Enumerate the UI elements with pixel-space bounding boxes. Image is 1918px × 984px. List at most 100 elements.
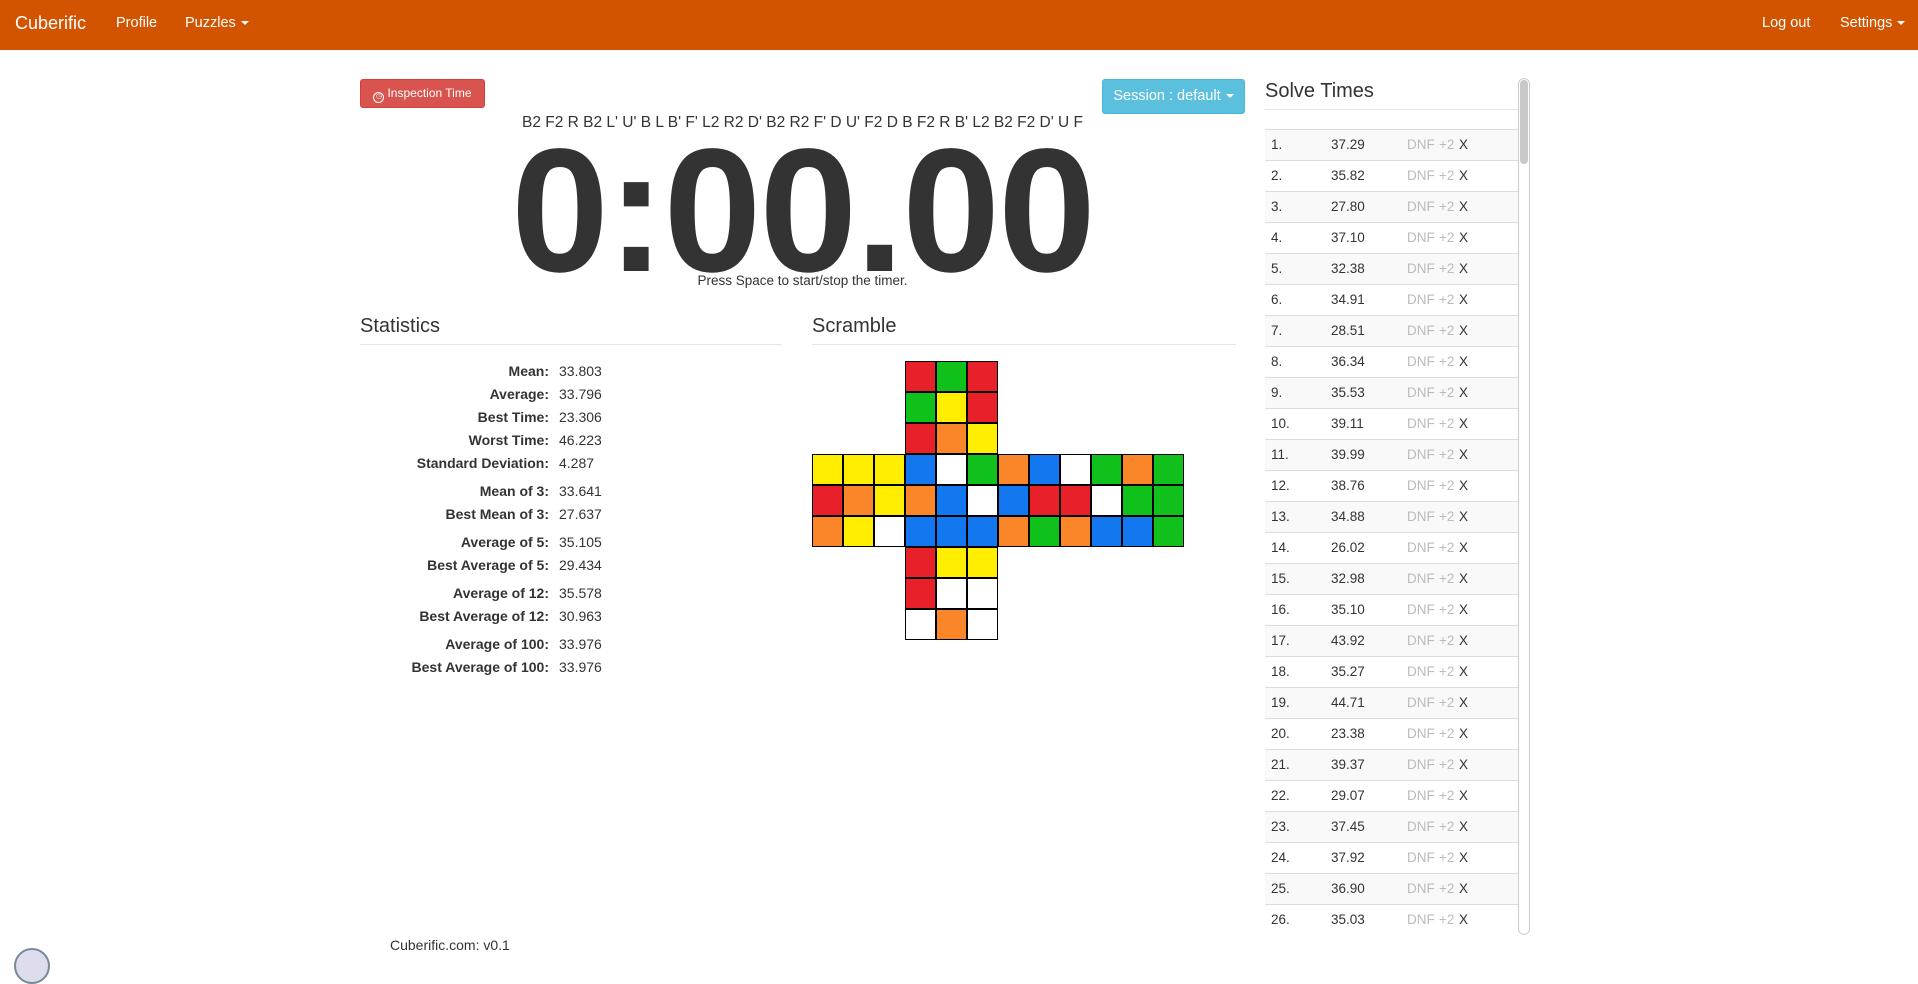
stat-label: Average of 100:	[445, 636, 549, 652]
solve-times-scroll-thumb[interactable]	[1520, 80, 1528, 164]
dnf-button[interactable]: DNF	[1407, 719, 1435, 749]
inspection-time-button[interactable]: ◷ Inspection Time	[360, 79, 485, 108]
plus2-button[interactable]: +2	[1439, 657, 1454, 687]
plus2-button[interactable]: +2	[1439, 440, 1454, 470]
dnf-button[interactable]: DNF	[1407, 471, 1435, 501]
plus2-button[interactable]: +2	[1439, 719, 1454, 749]
cube-sticker	[1122, 485, 1153, 516]
session-dropdown-button[interactable]: Session : default	[1102, 79, 1245, 114]
plus2-button[interactable]: +2	[1439, 471, 1454, 501]
dnf-button[interactable]: DNF	[1407, 223, 1435, 253]
dnf-button[interactable]: DNF	[1407, 378, 1435, 408]
plus2-button[interactable]: +2	[1439, 905, 1454, 935]
plus2-button[interactable]: +2	[1439, 502, 1454, 532]
delete-solve-button[interactable]: X	[1459, 564, 1468, 594]
plus2-button[interactable]: +2	[1439, 130, 1454, 160]
plus2-button[interactable]: +2	[1439, 316, 1454, 346]
dnf-button[interactable]: DNF	[1407, 409, 1435, 439]
delete-solve-button[interactable]: X	[1459, 440, 1468, 470]
nav-puzzles-dropdown[interactable]: Puzzles	[185, 0, 249, 47]
solve-index: 24.	[1271, 850, 1290, 865]
dnf-button[interactable]: DNF	[1407, 595, 1435, 625]
delete-solve-button[interactable]: X	[1459, 750, 1468, 780]
delete-solve-button[interactable]: X	[1459, 130, 1468, 160]
cube-sticker	[905, 609, 936, 640]
delete-solve-button[interactable]: X	[1459, 316, 1468, 346]
stat-label: Standard Deviation:	[416, 455, 549, 471]
delete-solve-button[interactable]: X	[1459, 347, 1468, 377]
delete-solve-button[interactable]: X	[1459, 533, 1468, 563]
dnf-button[interactable]: DNF	[1407, 316, 1435, 346]
plus2-button[interactable]: +2	[1439, 409, 1454, 439]
dnf-button[interactable]: DNF	[1407, 533, 1435, 563]
plus2-button[interactable]: +2	[1439, 347, 1454, 377]
plus2-button[interactable]: +2	[1439, 874, 1454, 904]
cube-sticker	[1029, 485, 1060, 516]
delete-solve-button[interactable]: X	[1459, 719, 1468, 749]
delete-solve-button[interactable]: X	[1459, 626, 1468, 656]
cube-sticker	[967, 547, 998, 578]
plus2-button[interactable]: +2	[1439, 781, 1454, 811]
brand-link[interactable]: Cuberific	[15, 0, 86, 47]
plus2-button[interactable]: +2	[1439, 595, 1454, 625]
dnf-button[interactable]: DNF	[1407, 750, 1435, 780]
dnf-button[interactable]: DNF	[1407, 688, 1435, 718]
dnf-button[interactable]: DNF	[1407, 564, 1435, 594]
dnf-button[interactable]: DNF	[1407, 781, 1435, 811]
delete-solve-button[interactable]: X	[1459, 843, 1468, 873]
plus2-button[interactable]: +2	[1439, 564, 1454, 594]
timer-hint: Press Space to start/stop the timer.	[697, 273, 908, 288]
delete-solve-button[interactable]: X	[1459, 223, 1468, 253]
dnf-button[interactable]: DNF	[1407, 254, 1435, 284]
dnf-button[interactable]: DNF	[1407, 905, 1435, 935]
delete-solve-button[interactable]: X	[1459, 378, 1468, 408]
dnf-button[interactable]: DNF	[1407, 626, 1435, 656]
nav-profile[interactable]: Profile	[116, 0, 157, 47]
nav-logout[interactable]: Log out	[1762, 0, 1810, 47]
solve-time-row: 2. 35.82 DNF +2 X	[1265, 160, 1520, 191]
plus2-button[interactable]: +2	[1439, 626, 1454, 656]
delete-solve-button[interactable]: X	[1459, 254, 1468, 284]
plus2-button[interactable]: +2	[1439, 192, 1454, 222]
dnf-button[interactable]: DNF	[1407, 285, 1435, 315]
delete-solve-button[interactable]: X	[1459, 161, 1468, 191]
delete-solve-button[interactable]: X	[1459, 688, 1468, 718]
stat-label: Best Average of 12:	[419, 608, 549, 624]
cube-sticker	[905, 516, 936, 547]
solve-time-row: 6. 34.91 DNF +2 X	[1265, 284, 1520, 315]
nav-settings-dropdown[interactable]: Settings	[1840, 0, 1906, 47]
dnf-button[interactable]: DNF	[1407, 843, 1435, 873]
delete-solve-button[interactable]: X	[1459, 285, 1468, 315]
dnf-button[interactable]: DNF	[1407, 657, 1435, 687]
plus2-button[interactable]: +2	[1439, 750, 1454, 780]
dnf-button[interactable]: DNF	[1407, 130, 1435, 160]
dnf-button[interactable]: DNF	[1407, 502, 1435, 532]
plus2-button[interactable]: +2	[1439, 285, 1454, 315]
delete-solve-button[interactable]: X	[1459, 657, 1468, 687]
delete-solve-button[interactable]: X	[1459, 409, 1468, 439]
dnf-button[interactable]: DNF	[1407, 347, 1435, 377]
delete-solve-button[interactable]: X	[1459, 595, 1468, 625]
delete-solve-button[interactable]: X	[1459, 471, 1468, 501]
delete-solve-button[interactable]: X	[1459, 781, 1468, 811]
stat-label: Average:	[489, 386, 549, 402]
solve-times-scrollbar[interactable]	[1518, 78, 1530, 935]
delete-solve-button[interactable]: X	[1459, 812, 1468, 842]
plus2-button[interactable]: +2	[1439, 533, 1454, 563]
plus2-button[interactable]: +2	[1439, 688, 1454, 718]
delete-solve-button[interactable]: X	[1459, 192, 1468, 222]
plus2-button[interactable]: +2	[1439, 223, 1454, 253]
plus2-button[interactable]: +2	[1439, 161, 1454, 191]
delete-solve-button[interactable]: X	[1459, 874, 1468, 904]
dnf-button[interactable]: DNF	[1407, 161, 1435, 191]
dnf-button[interactable]: DNF	[1407, 440, 1435, 470]
dnf-button[interactable]: DNF	[1407, 812, 1435, 842]
delete-solve-button[interactable]: X	[1459, 502, 1468, 532]
plus2-button[interactable]: +2	[1439, 378, 1454, 408]
dnf-button[interactable]: DNF	[1407, 192, 1435, 222]
plus2-button[interactable]: +2	[1439, 254, 1454, 284]
dnf-button[interactable]: DNF	[1407, 874, 1435, 904]
delete-solve-button[interactable]: X	[1459, 905, 1468, 935]
plus2-button[interactable]: +2	[1439, 812, 1454, 842]
plus2-button[interactable]: +2	[1439, 843, 1454, 873]
